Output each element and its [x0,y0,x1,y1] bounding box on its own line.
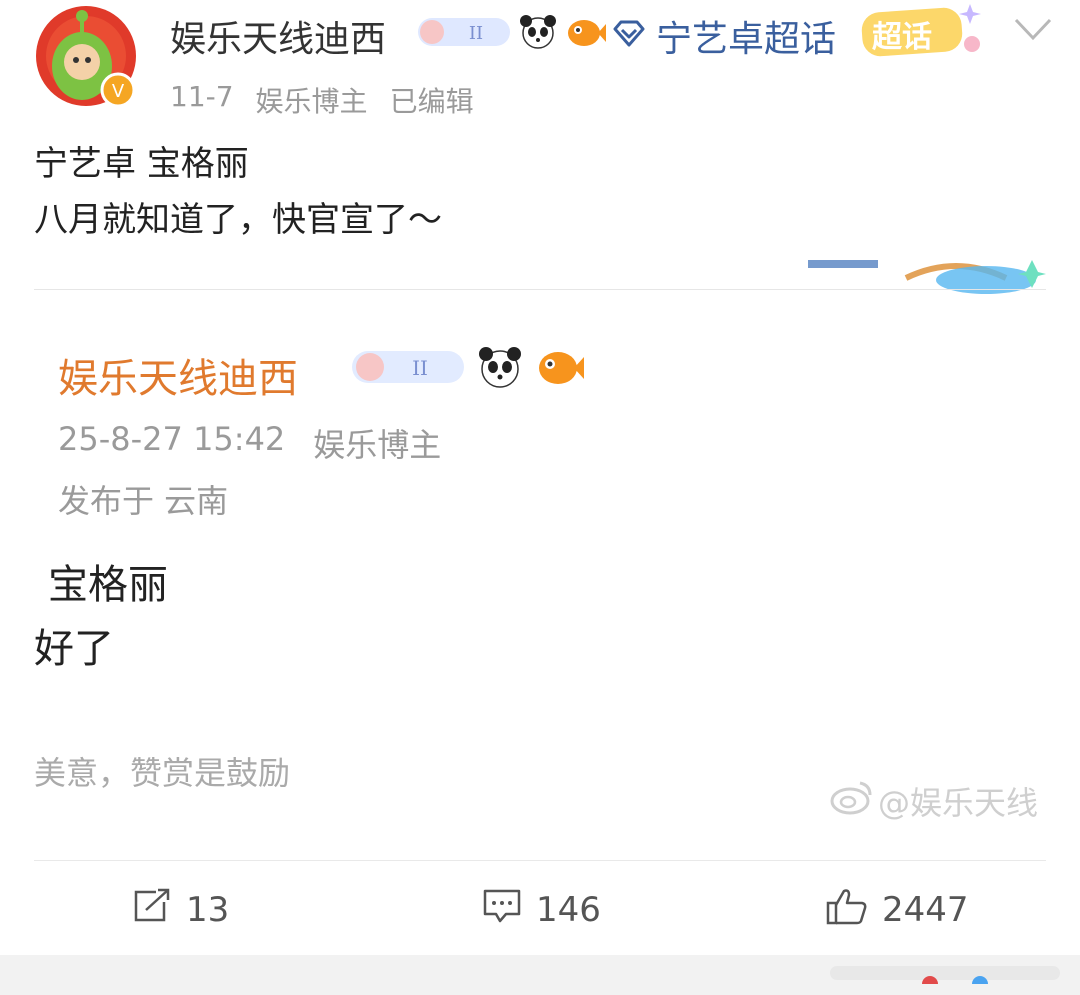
post-text-line: 八月就知道了，快官宣了～ [34,200,442,240]
quoted-location: 发布于 云南 [58,482,229,520]
decoration-strip [806,258,1046,296]
like-button[interactable]: 2447 [826,884,969,936]
avatar[interactable]: V [34,4,138,108]
chevron-down-icon[interactable] [1012,14,1054,44]
like-count: 2447 [882,890,969,930]
quoted-author-badges: II [350,344,584,394]
divider [34,289,1046,290]
pufferfish-icon [564,14,606,54]
like-icon [826,887,868,934]
supertopic-badge-label: 超话 [872,20,932,55]
pufferfish-icon [534,345,584,393]
quoted-role: 娱乐博主 [313,426,442,464]
constellation-badge-icon: II [350,345,466,393]
repost-icon [132,888,172,933]
weibo-logo-icon [830,779,874,823]
constellation-badge-icon: II [416,14,512,54]
next-post-decoration [830,962,1070,992]
svg-text:II: II [412,356,428,380]
svg-text:V: V [112,81,125,102]
quoted-meta: 25-8-27 15:42 娱乐博主 [58,420,441,466]
quoted-text-line: 宝格丽 [48,562,168,608]
quoted-author-name: 娱乐天线迪西 [58,356,298,402]
supertopic-label: 宁艺卓超话 [656,19,837,60]
post-text-line: 宁艺卓 宝格丽 [34,144,249,184]
panda-icon [518,14,558,54]
post-meta: 11-7 娱乐博主 已编辑 [170,80,474,120]
author-name[interactable]: 娱乐天线迪西 [170,10,386,62]
quoted-reward-text: 美意，赞赏是鼓励 [34,754,291,792]
comment-icon [482,888,522,933]
repost-button[interactable]: 13 [132,884,229,936]
svg-text:II: II [469,23,483,44]
post-text: 宁艺卓 宝格丽 八月就知道了，快官宣了～ [34,136,442,248]
author-badges: II [416,12,606,56]
supertopic-badge[interactable]: 超话 [852,0,988,62]
divider [34,860,1046,861]
quoted-datetime: 25-8-27 15:42 [58,420,286,458]
watermark-text: @娱乐天线 [878,784,1039,822]
diamond-icon [612,16,646,57]
author-role: 娱乐博主 [255,85,368,118]
repost-count: 13 [186,890,230,930]
comment-button[interactable]: 146 [482,884,601,936]
quoted-text-line: 好了 [34,626,114,672]
edited-label[interactable]: 已编辑 [390,80,474,120]
supertopic-link[interactable]: 宁艺卓超话 [612,10,836,62]
post-date: 11-7 [170,80,234,113]
panda-icon [476,345,524,393]
comment-count: 146 [536,890,601,930]
watermark: @娱乐天线 [830,778,1038,824]
